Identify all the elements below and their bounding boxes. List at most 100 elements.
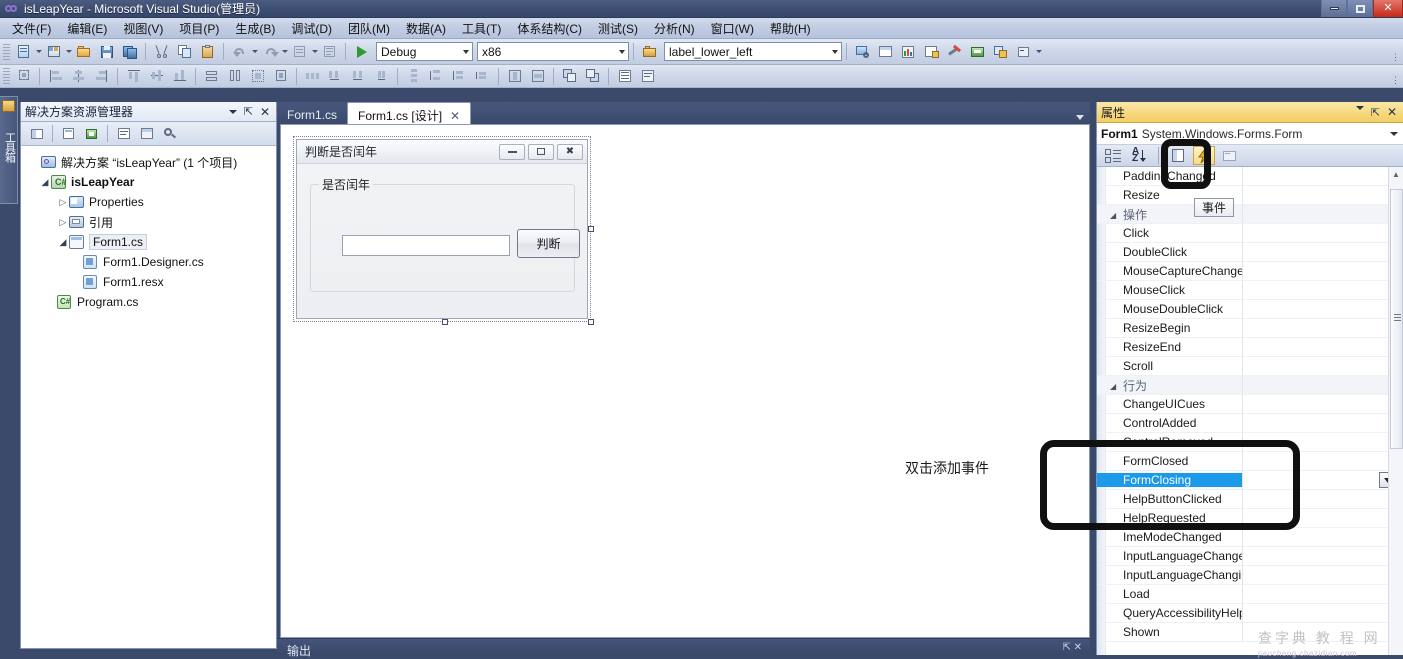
year-textbox[interactable] xyxy=(342,235,510,256)
make-same-height-button[interactable] xyxy=(224,66,245,87)
tab-form1-cs-design[interactable]: Form1.cs [设计] ✕ xyxy=(347,102,472,125)
solution-explorer-button[interactable] xyxy=(852,41,873,62)
decrease-vertical-spacing-button[interactable] xyxy=(449,66,470,87)
property-row-resizebegin[interactable]: ResizeBegin xyxy=(1097,319,1403,338)
redo-dropdown[interactable] xyxy=(282,50,288,53)
property-row-doubleclick[interactable]: DoubleClick xyxy=(1097,243,1403,262)
tree-row-form1-designer-cs[interactable]: Form1.Designer.cs xyxy=(21,252,276,272)
properties-view-button[interactable] xyxy=(1167,146,1189,165)
command-window-button[interactable] xyxy=(1013,41,1034,62)
make-horizontal-spacing-equal-button[interactable] xyxy=(302,66,323,87)
open-file-button[interactable] xyxy=(73,41,94,62)
property-value[interactable] xyxy=(1242,186,1403,204)
form-close-button[interactable]: ✖ xyxy=(557,143,583,160)
toolbar-grip[interactable] xyxy=(3,43,10,60)
menu-window[interactable]: 窗口(W) xyxy=(703,18,762,39)
tree-expander[interactable]: ◢ xyxy=(57,237,69,248)
tree-expander[interactable]: ▷ xyxy=(57,197,69,208)
property-value[interactable] xyxy=(1242,243,1403,261)
maximize-button[interactable] xyxy=(1347,0,1373,17)
output-tab-label[interactable]: 输出 xyxy=(287,642,311,659)
property-row-resizeend[interactable]: ResizeEnd xyxy=(1097,338,1403,357)
add-new-item-button[interactable] xyxy=(43,41,64,62)
tree-row-program-cs[interactable]: C# Program.cs xyxy=(21,292,276,312)
property-value[interactable] xyxy=(1242,566,1403,584)
make-vertical-spacing-equal-button[interactable] xyxy=(403,66,424,87)
center-vertically-button[interactable] xyxy=(527,66,548,87)
remove-vertical-spacing-button[interactable] xyxy=(472,66,493,87)
property-row-inputlanguagechanged[interactable]: InputLanguageChanged xyxy=(1097,547,1403,566)
copy-button[interactable] xyxy=(174,41,195,62)
align-bottoms-button[interactable] xyxy=(169,66,190,87)
align-rights-button[interactable] xyxy=(91,66,112,87)
close-icon[interactable]: ✕ xyxy=(1387,106,1397,119)
menu-data[interactable]: 数据(A) xyxy=(398,18,454,39)
property-row-mousedoubleclick[interactable]: MouseDoubleClick xyxy=(1097,300,1403,319)
properties-grid[interactable]: PaddingChanged Resize ◢ 操作 Click DoubleC… xyxy=(1097,167,1403,655)
toolbox-dock-tab[interactable]: 工具箱 xyxy=(0,96,18,204)
remove-horizontal-spacing-button[interactable] xyxy=(371,66,392,87)
paste-button[interactable] xyxy=(197,41,218,62)
pin-icon[interactable]: ⇱ xyxy=(1371,106,1380,119)
property-row-scroll[interactable]: Scroll xyxy=(1097,357,1403,376)
menu-architecture[interactable]: 体系结构(C) xyxy=(509,18,590,39)
property-value[interactable] xyxy=(1242,414,1403,432)
property-value[interactable] xyxy=(1242,547,1403,565)
scrollbar-thumb[interactable] xyxy=(1390,189,1403,449)
property-value[interactable] xyxy=(1242,604,1403,622)
center-horizontally-button[interactable] xyxy=(504,66,525,87)
output-panel-strip[interactable]: 输出 ⇱ ✕ xyxy=(277,638,1090,658)
properties-button[interactable] xyxy=(26,123,47,144)
property-row-mousecapturechanged[interactable]: MouseCaptureChanged xyxy=(1097,262,1403,281)
resize-handle-corner[interactable] xyxy=(588,319,594,325)
property-row-formclosed[interactable]: FormClosed xyxy=(1097,452,1403,471)
property-value[interactable] xyxy=(1242,262,1403,280)
find-scope-icon-button[interactable] xyxy=(639,41,660,62)
properties-scrollbar[interactable]: ▲ xyxy=(1388,167,1403,655)
search-button[interactable] xyxy=(159,123,180,144)
redo-button[interactable] xyxy=(259,41,280,62)
tree-row-form1-cs[interactable]: ◢ Form1.cs xyxy=(21,232,276,252)
undo-button[interactable] xyxy=(229,41,250,62)
command-window-dropdown[interactable] xyxy=(1036,50,1042,53)
navigate-forward-button[interactable] xyxy=(319,41,340,62)
pin-icon[interactable]: ⇱ xyxy=(244,105,253,118)
new-project-button[interactable] xyxy=(13,41,34,62)
tab-form1-cs[interactable]: Form1.cs xyxy=(277,102,347,124)
properties-object-selector[interactable]: Form1 System.Windows.Forms.Form xyxy=(1097,123,1403,145)
property-value[interactable] xyxy=(1242,509,1403,527)
save-button[interactable] xyxy=(96,41,117,62)
property-row-inputlanguagechanging[interactable]: InputLanguageChanging xyxy=(1097,566,1403,585)
start-debugging-button[interactable] xyxy=(351,41,372,62)
property-row-formclosing[interactable]: FormClosing xyxy=(1097,471,1403,490)
scroll-up-arrow-icon[interactable]: ▲ xyxy=(1389,167,1403,181)
find-combo[interactable]: label_lower_left xyxy=(664,42,842,61)
minimize-button[interactable] xyxy=(1321,0,1347,17)
property-value[interactable] xyxy=(1242,224,1403,242)
tools-options-button[interactable] xyxy=(944,41,965,62)
make-same-width-button[interactable] xyxy=(201,66,222,87)
lock-controls-button[interactable] xyxy=(270,66,291,87)
property-row-paddingchanged[interactable]: PaddingChanged xyxy=(1097,167,1403,186)
menu-project[interactable]: 项目(P) xyxy=(171,18,227,39)
menu-debug[interactable]: 调试(D) xyxy=(283,18,340,39)
align-tops-button[interactable] xyxy=(123,66,144,87)
properties-window-button[interactable] xyxy=(875,41,896,62)
form-designer-surface[interactable]: 判断是否闰年 ✖ 是否闰年 判断 xyxy=(280,124,1090,638)
property-value[interactable] xyxy=(1242,433,1403,451)
property-value[interactable] xyxy=(1242,357,1403,375)
property-row-helpbuttonclicked[interactable]: HelpButtonClicked xyxy=(1097,490,1403,509)
menu-tools[interactable]: 工具(T) xyxy=(454,18,509,39)
solution-configuration-combo[interactable]: Debug xyxy=(376,42,473,61)
property-row-helprequested[interactable]: HelpRequested xyxy=(1097,509,1403,528)
refresh-button[interactable] xyxy=(81,123,102,144)
output-panel-controls[interactable]: ⇱ ✕ xyxy=(1062,642,1082,653)
active-files-chevron-down-icon[interactable] xyxy=(1076,115,1084,120)
property-pages-button[interactable] xyxy=(1219,146,1241,165)
menu-build[interactable]: 生成(B) xyxy=(227,18,283,39)
layout-toolbar-overflow-button[interactable]: ⋮ xyxy=(1391,75,1400,86)
send-to-back-button[interactable] xyxy=(582,66,603,87)
property-value[interactable] xyxy=(1242,490,1403,508)
judge-button[interactable]: 判断 xyxy=(517,229,580,258)
align-to-grid-button[interactable] xyxy=(13,66,34,87)
